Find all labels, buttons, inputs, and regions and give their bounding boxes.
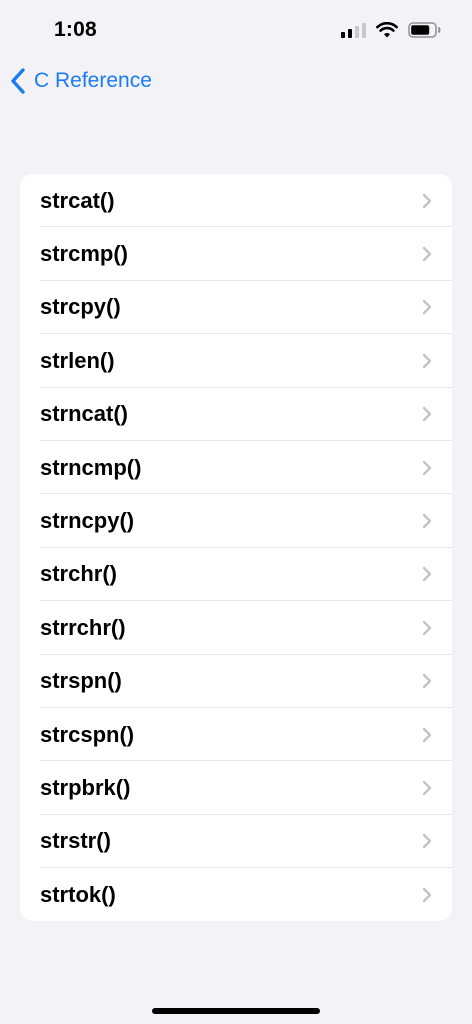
- list-item-label: strchr(): [40, 561, 118, 587]
- back-button-label: C Reference: [34, 69, 152, 92]
- status-bar: 1:08: [0, 0, 472, 62]
- list-item-strlen[interactable]: strlen(): [20, 334, 452, 388]
- chevron-right-icon: [422, 300, 432, 315]
- list-item-label: strcmp(): [40, 241, 129, 267]
- chevron-right-icon: [422, 887, 432, 902]
- list-item-strncmp[interactable]: strncmp(): [20, 441, 452, 495]
- list-item-strtok[interactable]: strtok(): [20, 868, 452, 921]
- chevron-right-icon: [422, 513, 432, 529]
- function-list: strcat() strcmp() strcpy() strlen() strn…: [20, 174, 452, 922]
- navigation-bar: C Reference: [0, 66, 472, 102]
- chevron-right-icon: [422, 620, 432, 636]
- list-item-strcpy[interactable]: strcpy(): [20, 281, 452, 335]
- list-item-strchr[interactable]: strchr(): [20, 548, 452, 602]
- chevron-right-icon: [422, 193, 432, 208]
- list-item-label: strstr(): [40, 828, 111, 854]
- status-icons: [341, 22, 442, 38]
- list-item-strspn[interactable]: strspn(): [20, 655, 452, 709]
- list-item-strcspn[interactable]: strcspn(): [20, 708, 452, 762]
- list-item-strcmp[interactable]: strcmp(): [20, 227, 452, 282]
- status-time: 1:08: [54, 18, 97, 41]
- list-item-strncpy[interactable]: strncpy(): [20, 494, 452, 549]
- list-item-label: strncmp(): [40, 454, 142, 480]
- cellular-signal-icon: [341, 22, 366, 38]
- list-item-strrchr[interactable]: strrchr(): [20, 601, 452, 655]
- list-item-label: strcat(): [40, 187, 115, 213]
- chevron-right-icon: [422, 727, 432, 742]
- chevron-right-icon: [422, 246, 432, 262]
- chevron-right-icon: [422, 674, 432, 689]
- battery-icon: [408, 22, 441, 38]
- chevron-right-icon: [422, 567, 432, 582]
- list-item-strpbrk[interactable]: strpbrk(): [20, 761, 452, 816]
- list-item-label: strpbrk(): [40, 774, 131, 800]
- chevron-right-icon: [422, 780, 432, 796]
- chevron-left-icon: [11, 68, 25, 94]
- list-item-strstr[interactable]: strstr(): [20, 815, 452, 869]
- list-item-label: strspn(): [40, 668, 122, 694]
- chevron-right-icon: [422, 834, 432, 849]
- wifi-icon: [376, 22, 398, 38]
- chevron-right-icon: [422, 460, 432, 475]
- list-item-label: strncpy(): [40, 508, 135, 534]
- chevron-right-icon: [422, 353, 432, 369]
- list-item-strncat[interactable]: strncat(): [20, 388, 452, 442]
- home-indicator[interactable]: [152, 1008, 320, 1014]
- back-button[interactable]: C Reference: [10, 68, 152, 94]
- list-item-label: strncat(): [40, 401, 129, 427]
- chevron-right-icon: [422, 407, 432, 422]
- list-item-label: strrchr(): [40, 614, 126, 640]
- list-item-strcat[interactable]: strcat(): [20, 174, 452, 228]
- list-item-label: strcpy(): [40, 294, 121, 320]
- list-item-label: strlen(): [40, 347, 115, 373]
- list-item-label: strcspn(): [40, 721, 135, 747]
- list-item-label: strtok(): [40, 881, 116, 907]
